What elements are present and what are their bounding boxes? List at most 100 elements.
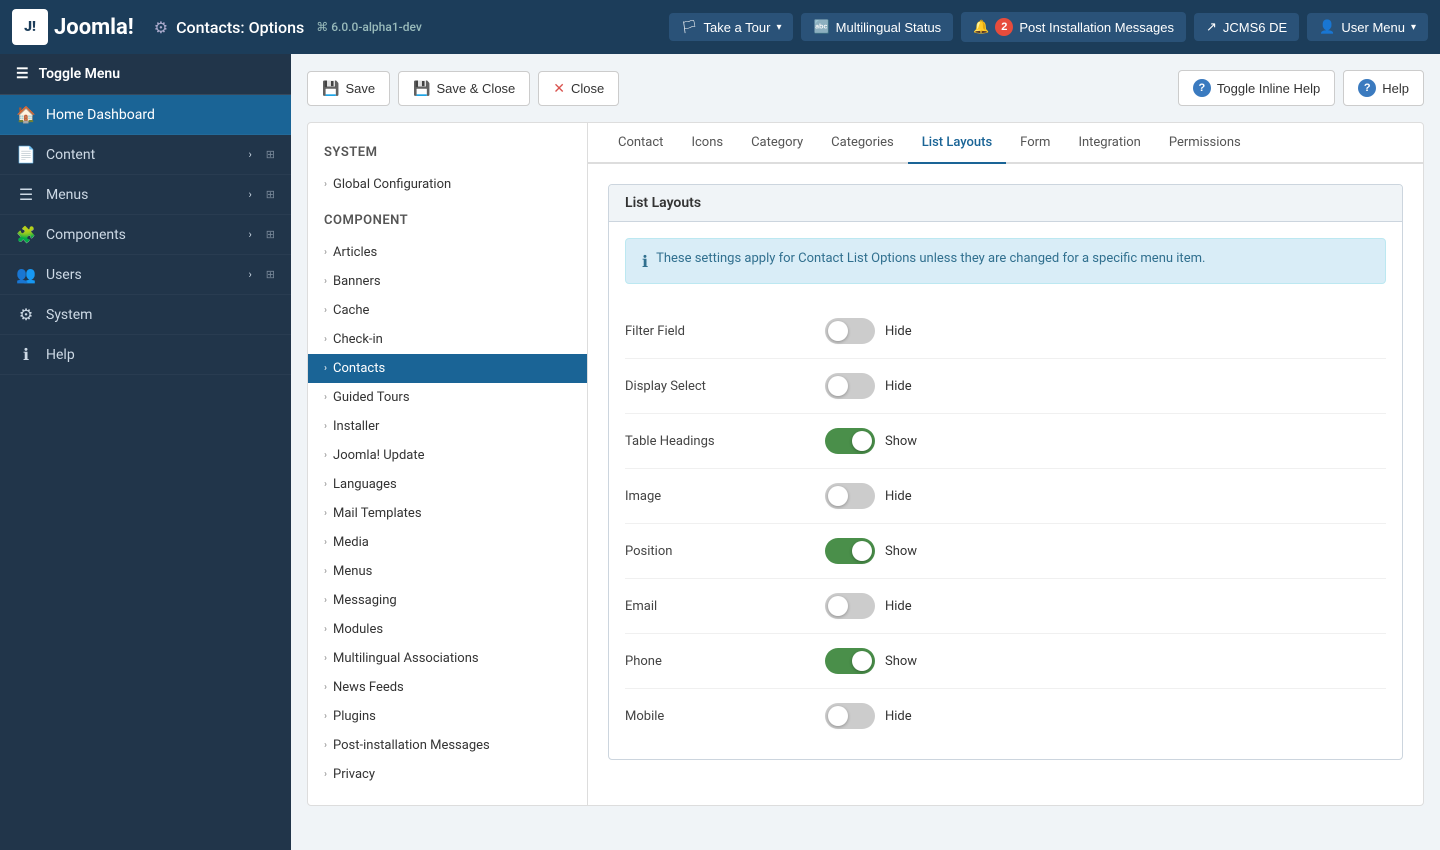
- list-layouts-panel: List Layouts ℹ These settings apply for …: [608, 184, 1403, 760]
- toggle-menu-button[interactable]: ☰ Toggle Menu: [0, 54, 291, 95]
- tab-category[interactable]: Category: [737, 123, 817, 164]
- brand[interactable]: J! Joomla!: [12, 9, 134, 45]
- left-item-check-in[interactable]: › Check-in: [308, 325, 587, 354]
- system-section-title: System: [308, 139, 587, 170]
- left-item-messaging[interactable]: › Messaging: [308, 586, 587, 615]
- sidebar-item-home-dashboard[interactable]: 🏠 Home Dashboard: [0, 95, 291, 135]
- close-button[interactable]: ✕ Close: [538, 71, 619, 106]
- tab-permissions[interactable]: Permissions: [1155, 123, 1255, 164]
- post-installation-messages-button[interactable]: 🔔 2 Post Installation Messages: [961, 12, 1186, 42]
- chevron-right-icon: ›: [324, 450, 327, 461]
- toggle-position[interactable]: [825, 538, 875, 564]
- grid-icon: ⊞: [266, 188, 275, 201]
- save-icon: 💾: [322, 80, 339, 97]
- left-item-plugins[interactable]: › Plugins: [308, 702, 587, 731]
- form-row-table-headings: Table Headings Show: [625, 414, 1386, 469]
- users-icon: 👥: [16, 265, 36, 284]
- toolbar: 💾 Save 💾 Save & Close ✕ Close ? Toggle I…: [307, 70, 1424, 106]
- panel-content: ℹ These settings apply for Contact List …: [609, 222, 1402, 759]
- chevron-right-icon: ›: [324, 247, 327, 258]
- tab-contact[interactable]: Contact: [604, 123, 677, 164]
- chevron-right-icon: ›: [324, 653, 327, 664]
- tab-list-layouts[interactable]: List Layouts: [908, 123, 1006, 164]
- tabs: Contact Icons Category Categories List L…: [588, 123, 1423, 164]
- left-item-guided-tours[interactable]: › Guided Tours: [308, 383, 587, 412]
- sidebar-item-help[interactable]: ℹ Help: [0, 335, 291, 375]
- chevron-right-icon: ›: [324, 276, 327, 287]
- content-area: System › Global Configuration Component …: [307, 122, 1424, 806]
- form-row-filter-field: Filter Field Hide: [625, 304, 1386, 359]
- close-icon: ✕: [553, 80, 565, 97]
- save-button[interactable]: 💾 Save: [307, 71, 390, 106]
- bars-icon: ☰: [16, 66, 29, 82]
- left-item-contacts[interactable]: › Contacts: [308, 354, 587, 383]
- sidebar-item-menus[interactable]: ☰ Menus › ⊞: [0, 175, 291, 215]
- left-item-joomla-update[interactable]: › Joomla! Update: [308, 441, 587, 470]
- joomla-logo: J!: [12, 9, 48, 45]
- left-item-banners[interactable]: › Banners: [308, 267, 587, 296]
- help-button[interactable]: ? Help: [1343, 70, 1424, 106]
- left-item-languages[interactable]: › Languages: [308, 470, 587, 499]
- user-icon: 👤: [1319, 19, 1335, 35]
- info-box: ℹ These settings apply for Contact List …: [625, 238, 1386, 284]
- bell-icon: 🔔: [973, 19, 989, 35]
- chevron-right-icon: ›: [324, 479, 327, 490]
- left-item-installer[interactable]: › Installer: [308, 412, 587, 441]
- take-a-tour-button[interactable]: 🏳 Take a Tour ▾: [669, 13, 794, 41]
- chevron-right-icon: ›: [324, 624, 327, 635]
- sidebar: ☰ Toggle Menu 🏠 Home Dashboard 📄 Content…: [0, 54, 291, 850]
- form-row-image: Image Hide: [625, 469, 1386, 524]
- left-item-post-installation-messages[interactable]: › Post-installation Messages: [308, 731, 587, 760]
- left-panel: System › Global Configuration Component …: [308, 123, 588, 805]
- multilingual-status-button[interactable]: 🔤 Multilingual Status: [801, 13, 953, 41]
- toggle-mobile[interactable]: [825, 703, 875, 729]
- chevron-right-icon: ›: [324, 392, 327, 403]
- jcms-button[interactable]: ↗ JCMS6 DE: [1194, 13, 1299, 41]
- left-item-media[interactable]: › Media: [308, 528, 587, 557]
- form-row-phone: Phone Show: [625, 634, 1386, 689]
- component-section-title: Component: [308, 207, 587, 238]
- gear-icon: ⚙: [154, 18, 168, 37]
- multilingual-icon: 🔤: [813, 19, 829, 35]
- left-item-mail-templates[interactable]: › Mail Templates: [308, 499, 587, 528]
- toggle-filter-field[interactable]: [825, 318, 875, 344]
- panel-title: List Layouts: [609, 185, 1402, 222]
- page-title: ⚙ Contacts: Options ⌘ 6.0.0-alpha1-dev: [154, 18, 422, 37]
- toggle-phone[interactable]: [825, 648, 875, 674]
- form-row-mobile: Mobile Hide: [625, 689, 1386, 743]
- toggle-table-headings[interactable]: [825, 428, 875, 454]
- left-item-news-feeds[interactable]: › News Feeds: [308, 673, 587, 702]
- tab-categories[interactable]: Categories: [817, 123, 908, 164]
- form-row-display-select: Display Select Hide: [625, 359, 1386, 414]
- tab-icons[interactable]: Icons: [677, 123, 737, 164]
- left-item-articles[interactable]: › Articles: [308, 238, 587, 267]
- toggle-display-select[interactable]: [825, 373, 875, 399]
- sidebar-item-content[interactable]: 📄 Content › ⊞: [0, 135, 291, 175]
- chevron-right-icon: ›: [324, 769, 327, 780]
- left-item-modules[interactable]: › Modules: [308, 615, 587, 644]
- right-panel: Contact Icons Category Categories List L…: [588, 123, 1423, 805]
- left-item-multilingual-associations[interactable]: › Multilingual Associations: [308, 644, 587, 673]
- left-item-global-config[interactable]: › Global Configuration: [308, 170, 587, 199]
- components-icon: 🧩: [16, 225, 36, 244]
- info-icon: ℹ: [642, 252, 648, 271]
- system-icon: ⚙: [16, 305, 36, 324]
- user-menu-button[interactable]: 👤 User Menu ▾: [1307, 13, 1428, 41]
- sidebar-item-system[interactable]: ⚙ System: [0, 295, 291, 335]
- chevron-down-icon: ▾: [1411, 22, 1416, 33]
- save-close-button[interactable]: 💾 Save & Close: [398, 71, 530, 106]
- chevron-right-icon: ›: [324, 305, 327, 316]
- toggle-inline-help-button[interactable]: ? Toggle Inline Help: [1178, 70, 1335, 106]
- left-item-privacy[interactable]: › Privacy: [308, 760, 587, 789]
- tab-form[interactable]: Form: [1006, 123, 1064, 164]
- chevron-right-icon: ›: [324, 711, 327, 722]
- toggle-email[interactable]: [825, 593, 875, 619]
- left-item-cache[interactable]: › Cache: [308, 296, 587, 325]
- toggle-image[interactable]: [825, 483, 875, 509]
- form-row-email: Email Hide: [625, 579, 1386, 634]
- sidebar-item-components[interactable]: 🧩 Components › ⊞: [0, 215, 291, 255]
- left-item-menus[interactable]: › Menus: [308, 557, 587, 586]
- chevron-right-icon: ›: [248, 268, 251, 281]
- tab-integration[interactable]: Integration: [1064, 123, 1154, 164]
- sidebar-item-users[interactable]: 👥 Users › ⊞: [0, 255, 291, 295]
